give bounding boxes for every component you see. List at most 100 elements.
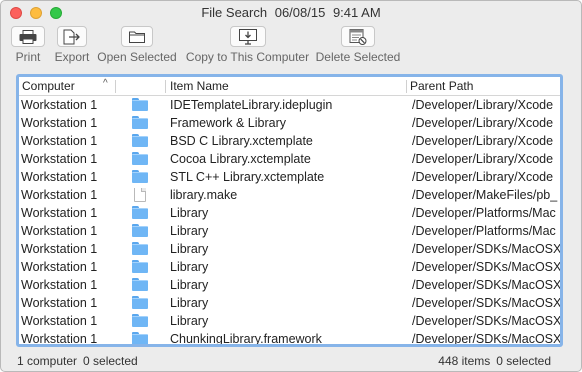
status-bar: 1 computer 0 selected 448 items 0 selected: [1, 352, 581, 370]
computer-count: 1 computer: [17, 354, 78, 368]
folder-icon: [132, 134, 148, 148]
table-row[interactable]: Workstation 1 Cocoa Library.xctemplate /…: [19, 150, 560, 168]
table-row[interactable]: Workstation 1 IDETemplateLibrary.ideplug…: [19, 96, 560, 114]
computer-cell: Workstation 1: [21, 332, 98, 346]
item-name-cell: library.make: [170, 188, 238, 202]
open-selected-button-frame[interactable]: [121, 26, 153, 47]
table-row[interactable]: Workstation 1 ChunkingLibrary.framework …: [19, 330, 562, 346]
item-name-cell: Library: [170, 242, 209, 256]
column-header-parent-path[interactable]: Parent Path: [410, 79, 473, 93]
table-body: Workstation 1 IDETemplateLibrary.ideplug…: [19, 96, 562, 346]
copy-to-computer-label: Copy to This Computer: [185, 50, 310, 64]
status-right: 448 items 0 selected: [438, 354, 551, 368]
parent-path-cell: /Developer/MakeFiles/pb_: [412, 188, 558, 202]
folder-icon: [132, 242, 148, 256]
parent-path-cell: /Developer/Library/Xcode: [412, 98, 554, 112]
item-name-cell: Library: [170, 314, 209, 328]
delete-selected-label: Delete Selected: [315, 50, 401, 64]
item-name-cell: Framework & Library: [170, 116, 286, 130]
export-button-frame[interactable]: [57, 26, 87, 47]
item-name-cell: Library: [170, 278, 209, 292]
parent-path-cell: /Developer/Library/Xcode: [412, 116, 554, 130]
column-divider[interactable]: [165, 80, 166, 93]
table-row[interactable]: Workstation 1 Library /Developer/Platfor…: [19, 204, 560, 222]
folder-icon: [132, 296, 148, 310]
table-row[interactable]: Workstation 1 Library /Developer/SDKs/Ma…: [19, 276, 560, 294]
item-name-cell: ChunkingLibrary.framework: [170, 332, 322, 346]
table-row[interactable]: Workstation 1 Library /Developer/SDKs/Ma…: [19, 258, 560, 276]
computer-cell: Workstation 1: [21, 116, 98, 130]
table-row[interactable]: Workstation 1 library.make /Developer/Ma…: [19, 186, 560, 204]
printer-icon: [19, 29, 37, 44]
toolbar: Print Export Open Selected Copy to This …: [1, 25, 581, 67]
table-row[interactable]: Workstation 1 STL C++ Library.xctemplate…: [19, 168, 560, 186]
print-button-frame[interactable]: [11, 26, 45, 47]
folder-icon: [132, 278, 148, 292]
computer-cell: Workstation 1: [21, 314, 98, 328]
item-name-cell: STL C++ Library.xctemplate: [170, 170, 325, 184]
export-icon: [63, 29, 80, 44]
folder-icon: [132, 116, 148, 130]
parent-path-cell: /Developer/Platforms/Mac: [412, 224, 556, 238]
folder-icon: [132, 332, 148, 344]
monitor-download-icon: [238, 28, 257, 45]
folder-icon: [132, 224, 148, 238]
copy-to-computer-button-frame[interactable]: [229, 26, 266, 47]
parent-path-cell: /Developer/Library/Xcode: [412, 170, 554, 184]
export-button[interactable]: Export: [53, 26, 91, 64]
parent-path-cell: /Developer/Library/Xcode: [412, 152, 554, 166]
parent-path-cell: /Developer/SDKs/MacOSX: [412, 332, 562, 346]
open-selected-button[interactable]: Open Selected: [97, 26, 177, 64]
table-row[interactable]: Workstation 1 Library /Developer/SDKs/Ma…: [19, 240, 560, 258]
table-row[interactable]: Workstation 1 Library /Developer/SDKs/Ma…: [19, 294, 560, 312]
computer-cell: Workstation 1: [21, 260, 98, 274]
item-selected-count: 0 selected: [496, 354, 551, 368]
computer-cell: Workstation 1: [21, 242, 98, 256]
computer-cell: Workstation 1: [21, 188, 98, 202]
table-row[interactable]: Workstation 1 Library /Developer/SDKs/Ma…: [19, 312, 560, 330]
column-divider[interactable]: [115, 80, 116, 93]
print-label: Print: [15, 50, 41, 64]
folder-icon: [132, 98, 148, 112]
column-divider[interactable]: [406, 80, 407, 93]
delete-icon: [349, 28, 367, 45]
computer-cell: Workstation 1: [21, 278, 98, 292]
table-header: Computer ^ Item Name Parent Path: [19, 77, 560, 96]
window-title-date: 06/08/15: [274, 5, 326, 20]
window-title-text: File Search: [201, 5, 268, 20]
parent-path-cell: /Developer/SDKs/MacOSX: [412, 278, 562, 292]
folder-icon: [132, 260, 148, 274]
computer-cell: Workstation 1: [21, 152, 98, 166]
folder-icon: [132, 152, 148, 166]
document-icon: [132, 188, 148, 202]
window-title: File Search 06/08/15 9:41 AM: [1, 5, 581, 20]
file-search-window: File Search 06/08/15 9:41 AM Print Expor…: [0, 0, 582, 372]
item-name-cell: IDETemplateLibrary.ideplugin: [170, 98, 333, 112]
item-name-cell: Library: [170, 206, 209, 220]
computer-cell: Workstation 1: [21, 170, 98, 184]
computer-cell: Workstation 1: [21, 224, 98, 238]
open-selected-label: Open Selected: [97, 50, 177, 64]
item-name-cell: Library: [170, 260, 209, 274]
table-row[interactable]: Workstation 1 Framework & Library /Devel…: [19, 114, 560, 132]
status-left: 1 computer 0 selected: [17, 354, 138, 368]
column-header-computer[interactable]: Computer: [22, 79, 75, 93]
window-title-time: 9:41 AM: [332, 5, 381, 20]
delete-selected-button[interactable]: Delete Selected: [315, 26, 401, 64]
computer-selected-count: 0 selected: [83, 354, 138, 368]
parent-path-cell: /Developer/Platforms/Mac: [412, 206, 556, 220]
folder-icon: [132, 170, 148, 184]
delete-selected-button-frame[interactable]: [341, 26, 375, 47]
folder-icon: [132, 314, 148, 328]
print-button[interactable]: Print: [10, 26, 46, 64]
folder-icon: [132, 206, 148, 220]
table-row[interactable]: Workstation 1 BSD C Library.xctemplate /…: [19, 132, 560, 150]
item-name-cell: BSD C Library.xctemplate: [170, 134, 313, 148]
item-name-cell: Library: [170, 224, 209, 238]
column-header-item-name[interactable]: Item Name: [170, 79, 229, 93]
title-bar: File Search 06/08/15 9:41 AM: [1, 1, 581, 25]
copy-to-computer-button[interactable]: Copy to This Computer: [185, 26, 310, 64]
results-table[interactable]: Computer ^ Item Name Parent Path Worksta…: [16, 74, 563, 347]
item-name-cell: Cocoa Library.xctemplate: [170, 152, 311, 166]
table-row[interactable]: Workstation 1 Library /Developer/Platfor…: [19, 222, 560, 240]
